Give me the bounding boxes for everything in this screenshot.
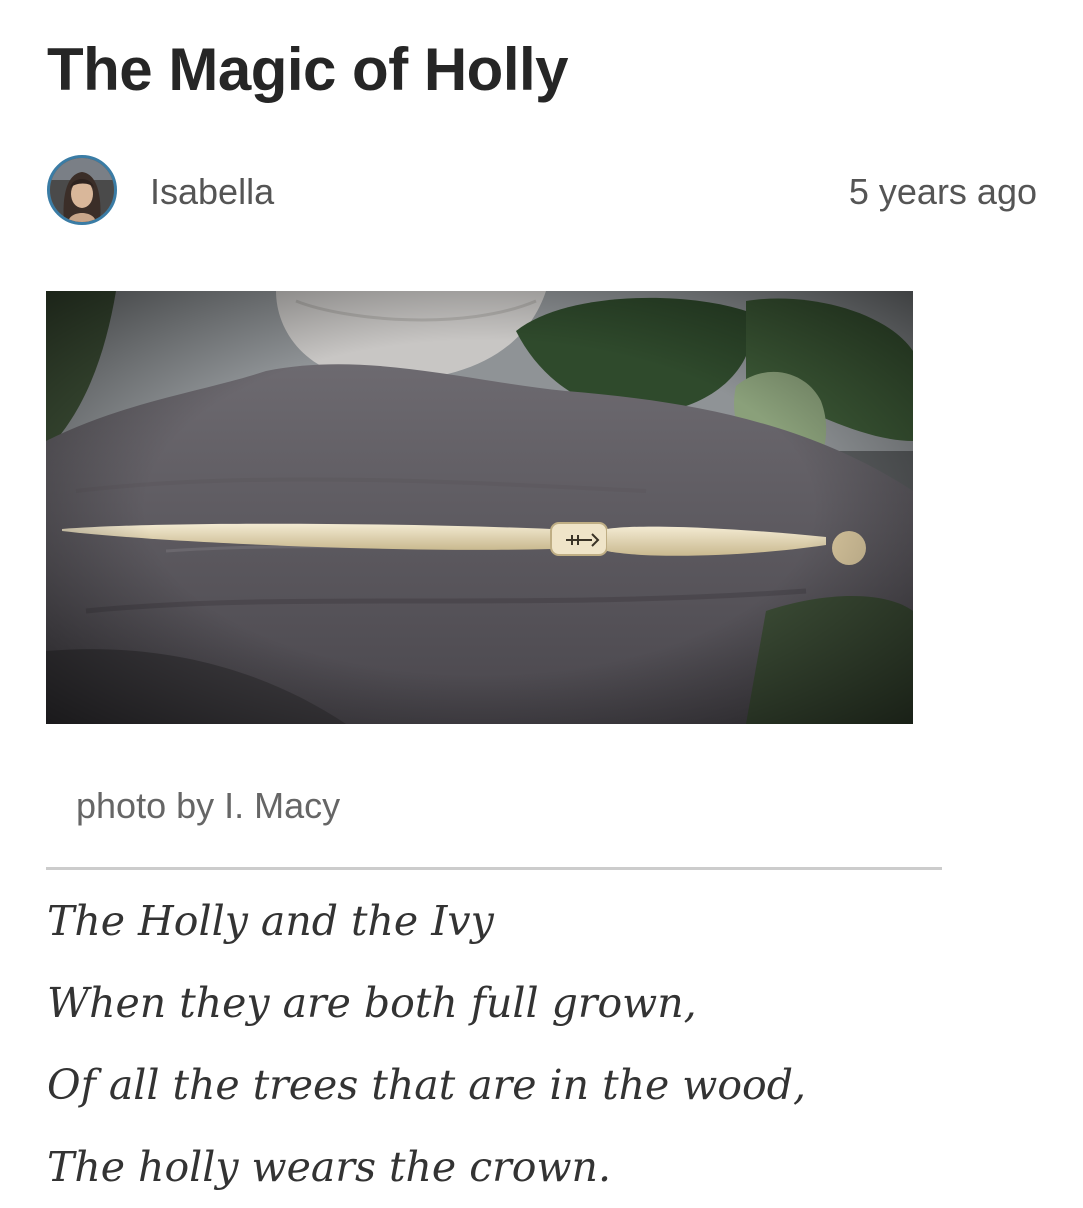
poem-line: The holly wears the crown. [47,1143,611,1191]
article-title: The Magic of Holly [47,36,569,103]
poem-line: Of all the trees that are in the wood, [47,1061,807,1109]
poem-line: The Holly and the Ivy [47,897,494,945]
photo-caption: photo by I. Macy [76,785,341,826]
caption-divider [46,867,942,870]
byline: Isabella 5 years ago [47,155,1037,231]
article-photo [46,291,913,724]
author-name[interactable]: Isabella [150,171,274,213]
post-timestamp: 5 years ago [848,171,1037,212]
holly-wand-photo [46,291,913,724]
article: The Magic of Holly Isabella 5 years ago [0,0,1083,1200]
author-avatar[interactable] [47,155,117,225]
poem-line: When they are both full grown, [47,979,697,1027]
avatar-image [50,158,114,222]
poem: The Holly and the Ivy When they are both… [47,880,1037,1208]
